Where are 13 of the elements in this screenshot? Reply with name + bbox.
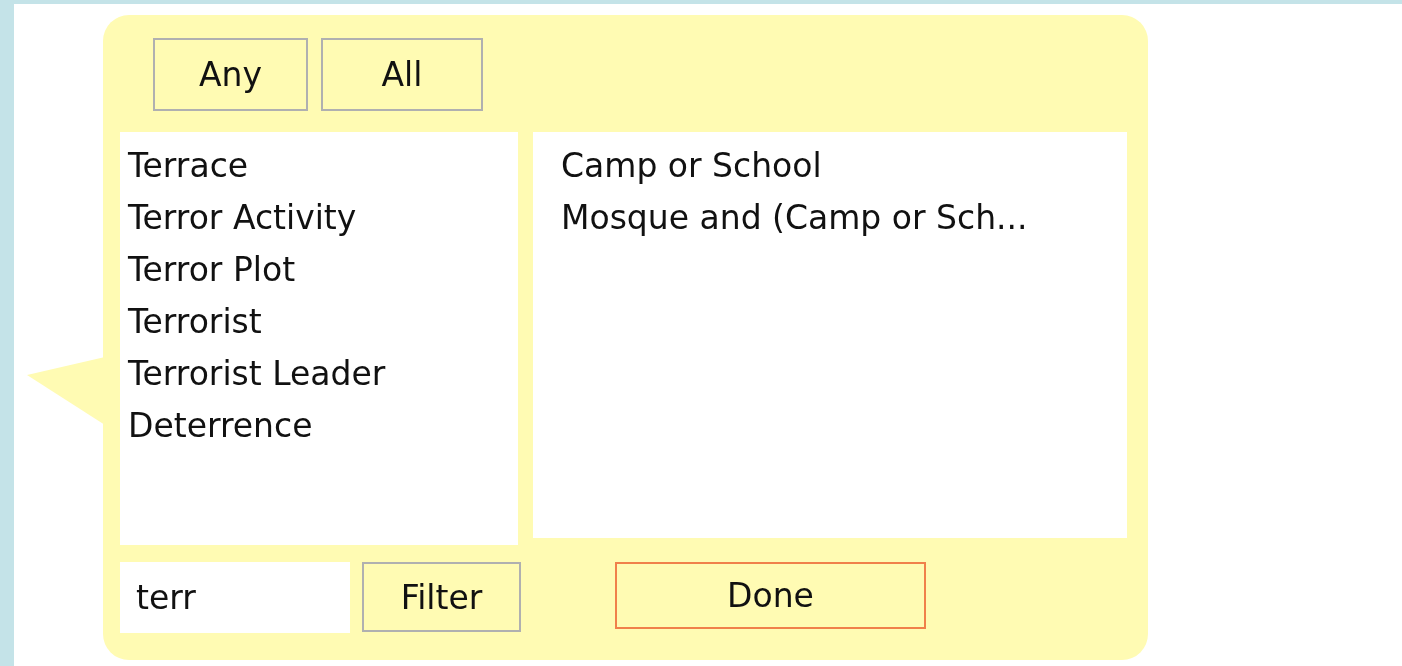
query-item[interactable]: Mosque and (Camp or Sch... <box>561 192 1028 244</box>
match-button[interactable]: Any <box>153 38 308 111</box>
term-item[interactable]: Terrorist Leader <box>128 348 386 400</box>
done-button[interactable]: Done <box>615 562 926 629</box>
match-button[interactable]: All <box>321 38 483 111</box>
term-item[interactable]: Terrace <box>128 140 249 192</box>
term-item[interactable]: Deterrence <box>128 400 313 452</box>
term-item[interactable]: Terror Plot <box>128 244 296 296</box>
filter-field[interactable]: terr <box>120 562 350 633</box>
filter-button[interactable]: Filter <box>362 562 521 632</box>
term-item[interactable]: Terrorist <box>128 296 262 348</box>
term-item[interactable]: Terror Activity <box>128 192 357 244</box>
query-item[interactable]: Camp or School <box>561 140 822 192</box>
